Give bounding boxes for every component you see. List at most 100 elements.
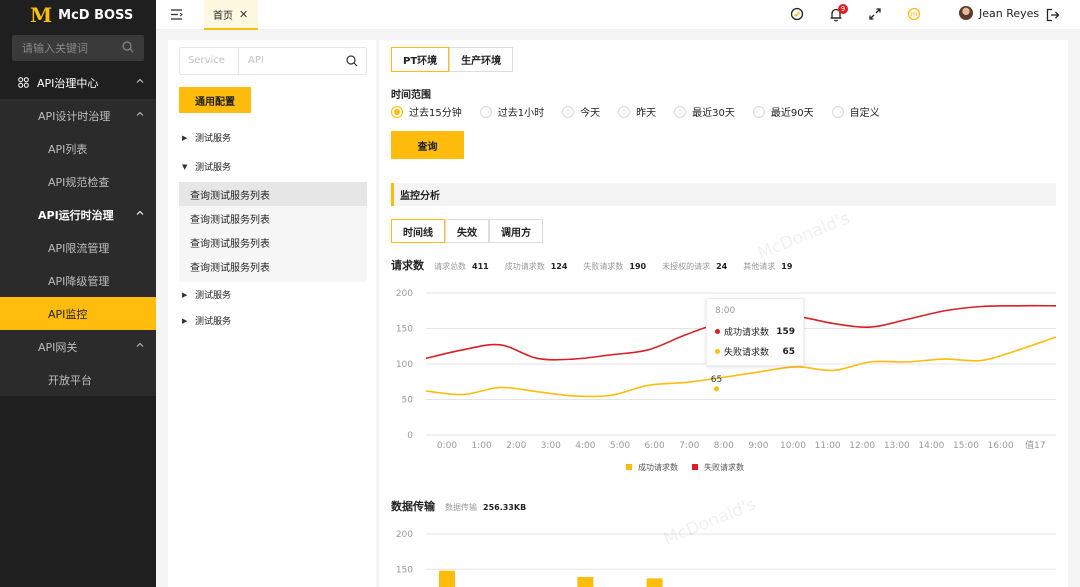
service-search: Service API [179, 47, 367, 75]
y-tick-label: 0 [407, 431, 413, 441]
fullscreen-icon[interactable] [868, 7, 882, 21]
list-item-label: 查询测试服务列表 [190, 214, 270, 226]
radio-circle [618, 105, 631, 118]
bar [577, 577, 594, 587]
x-tick-label: 14:00 [918, 441, 944, 451]
tooltip-series-value: 65 [782, 346, 795, 357]
support-icon[interactable] [790, 7, 804, 21]
tab-caller[interactable]: 调用方 [489, 219, 543, 243]
tab-failure[interactable]: 失效 [445, 219, 489, 243]
x-tick-label: 9:00 [748, 441, 768, 451]
sidebar-item-design-time[interactable]: API设计时治理 [0, 99, 156, 132]
radio-label: 最近90天 [770, 108, 814, 119]
list-item[interactable]: 查询测试服务列表 [179, 230, 367, 254]
sidebar-item-open-platform[interactable]: 开放平台 [0, 363, 156, 396]
watermark: McDonald's [754, 208, 853, 264]
sidebar-item-api-governance[interactable]: API治理中心 [0, 66, 156, 99]
radio-90days[interactable]: 最近90天 [752, 104, 814, 119]
tree-node-label: 测试服务 [195, 291, 232, 301]
legend-swatch [626, 464, 632, 470]
sidebar-nav: API治理中心 API设计时治理 API列表 API规范检查 API运行时治理 … [0, 66, 156, 396]
brand-logo[interactable]: M McD BOSS [0, 0, 156, 30]
legend-item[interactable]: 失败请求数 [692, 462, 744, 473]
search-icon[interactable] [122, 41, 134, 53]
close-icon[interactable]: ✕ [239, 8, 248, 21]
sidebar-item-api-monitor[interactable]: API监控 [0, 297, 156, 330]
y-tick-label: 200 [396, 530, 413, 540]
x-tick-label: 10:00 [780, 441, 806, 451]
stat-value: 19 [781, 262, 793, 271]
radio-30days[interactable]: 最近30天 [674, 104, 735, 119]
legend-item[interactable]: 成功请求数 [626, 462, 678, 473]
chevron-up-icon [136, 78, 144, 83]
data-label: 65 [711, 375, 722, 385]
tooltip-time: 8:00 [715, 306, 736, 316]
tab-pt-env[interactable]: PT环境 [391, 47, 450, 72]
x-tick-label: 值17 [1025, 439, 1045, 451]
sidebar-item-gateway[interactable]: API网关 [0, 330, 156, 363]
sidebar-item-degrade[interactable]: API降级管理 [0, 264, 156, 297]
logout-icon[interactable] [1046, 8, 1060, 22]
list-item[interactable]: 查询测试服务列表 [179, 182, 367, 206]
y-tick-label: 150 [396, 565, 413, 575]
user-menu[interactable]: Jean Reyes [959, 6, 1039, 20]
radio-1hour[interactable]: 过去1小时 [479, 104, 544, 119]
general-config-button[interactable]: 通用配置 [179, 87, 251, 113]
grid-icon [18, 77, 29, 88]
x-tick-label: 2:00 [506, 441, 526, 451]
api-sub-list: 查询测试服务列表 查询测试服务列表 查询测试服务列表 查询测试服务列表 [179, 182, 367, 282]
sidebar-item-label: API设计时治理 [38, 109, 111, 123]
list-item[interactable]: 查询测试服务列表 [179, 206, 367, 230]
caret-down-icon: ▼ [182, 162, 188, 171]
list-item[interactable]: 查询测试服务列表 [179, 254, 367, 278]
x-tick-label: 13:00 [884, 441, 910, 451]
search-icon[interactable] [346, 55, 358, 67]
radio-custom[interactable]: 自定义 [831, 104, 880, 119]
sidebar-item-rate-limit[interactable]: API限流管理 [0, 231, 156, 264]
radio-15min[interactable]: 过去15分钟 [391, 104, 462, 119]
chart-title-requests: 请求数 [391, 259, 424, 272]
list-item-label: 查询测试服务列表 [190, 262, 270, 274]
x-tick-label: 12:00 [849, 441, 875, 451]
tab-home[interactable]: 首页 ✕ [204, 0, 259, 30]
x-tick-label: 5:00 [610, 441, 630, 451]
golden-arches-icon: M [30, 3, 53, 27]
sidebar-item-label: API网关 [38, 340, 78, 354]
sidebar-item-runtime[interactable]: API运行时治理 [0, 198, 156, 231]
radio-yesterday[interactable]: 昨天 [618, 104, 656, 119]
stat-value: 124 [550, 262, 568, 271]
tab-prod-env[interactable]: 生产环境 [449, 47, 514, 72]
sidebar-item-label: API降级管理 [48, 274, 110, 288]
radio-label: 今天 [580, 108, 601, 119]
caret-right-icon: ▶ [182, 316, 188, 325]
stat-label: 失败请求数 [583, 262, 624, 271]
svg-text:m: m [911, 11, 918, 19]
y-tick-label: 200 [396, 289, 413, 299]
sidebar-item-label: API规范检查 [48, 175, 110, 189]
mcdonalds-badge-icon[interactable]: m [907, 7, 921, 21]
tree-node-service[interactable]: ▶ 测试服务 [182, 131, 232, 145]
legend-label: 成功请求数 [638, 463, 678, 472]
tree-node-service[interactable]: ▶ 测试服务 [182, 314, 231, 328]
series-dot-icon [715, 349, 720, 354]
menu-toggle-icon[interactable] [170, 8, 183, 21]
query-button[interactable]: 查询 [391, 131, 464, 159]
service-panel: Service API 通用配置 ▶ 测试服务 ▼ 测试服务 查询测试服务列表 … [168, 40, 376, 587]
tree-node-service[interactable]: ▼ 测试服务 [182, 160, 231, 174]
sidebar-search-input[interactable] [22, 41, 122, 55]
analysis-tabs: 时间线 失效 调用方 [391, 219, 543, 243]
avatar [959, 6, 973, 20]
radio-circle [831, 105, 844, 118]
stat-value: 24 [716, 262, 728, 271]
stat-label: 其他请求 [743, 262, 776, 271]
tree-node-label: 测试服务 [195, 134, 232, 144]
tree-node-service[interactable]: ▶ 测试服务 [182, 288, 232, 302]
sidebar-item-api-list[interactable]: API列表 [0, 132, 156, 165]
service-input[interactable]: Service [180, 48, 239, 74]
tab-timeline[interactable]: 时间线 [391, 219, 445, 243]
tooltip-row: 失败请求数 65 [715, 345, 795, 358]
sidebar-item-api-spec-check[interactable]: API规范检查 [0, 165, 156, 198]
x-tick-label: 4:00 [575, 441, 595, 451]
radio-today[interactable]: 今天 [562, 104, 600, 119]
caret-right-icon: ▶ [182, 290, 188, 299]
